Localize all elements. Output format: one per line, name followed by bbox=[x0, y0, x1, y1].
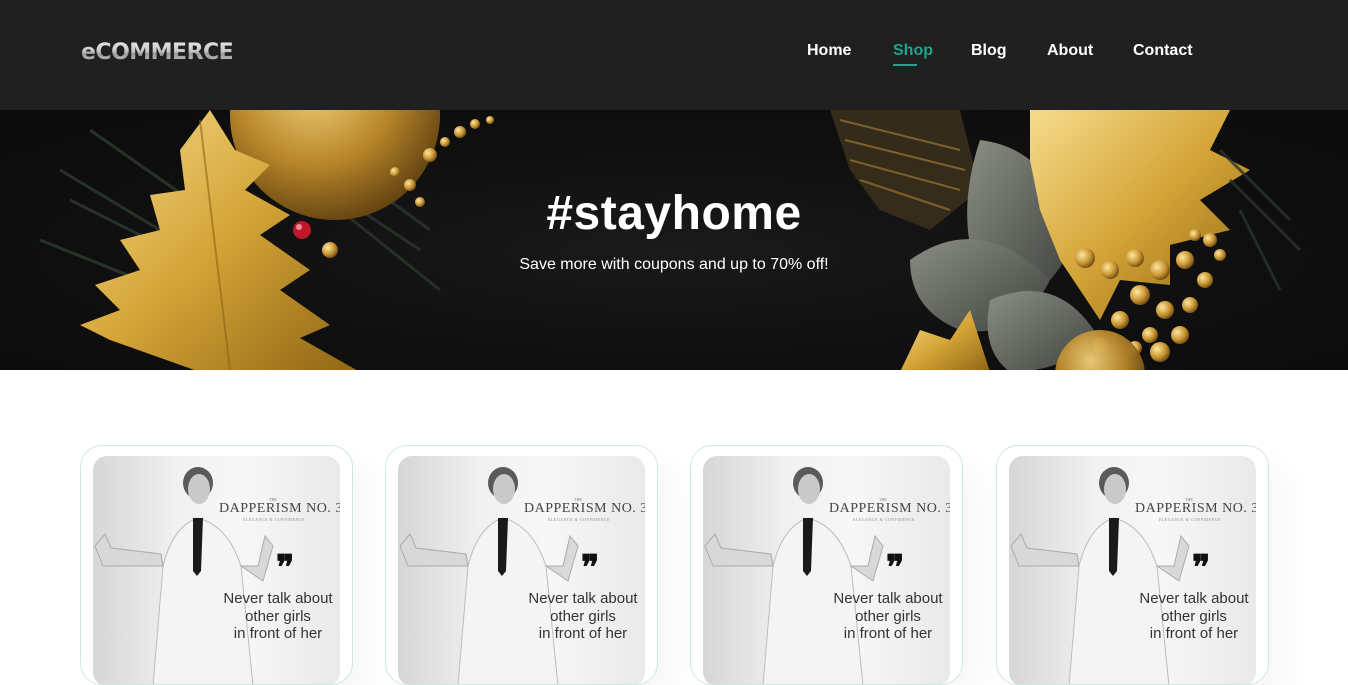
model-figure-image bbox=[399, 467, 579, 684]
nav-shop-label: Shop bbox=[893, 42, 933, 59]
product-image[interactable]: THE DAPPERISM NO. 3 ELEGANCE & CONFIDENC… bbox=[398, 456, 645, 684]
nav-contact[interactable]: Contact bbox=[1133, 42, 1193, 60]
main-nav: Home Shop Blog About Contact bbox=[0, 42, 1348, 72]
product-card[interactable]: THE DAPPERISM NO. 3 ELEGANCE & CONFIDENC… bbox=[690, 445, 963, 685]
hero-banner: #stayhome Save more with coupons and up … bbox=[0, 110, 1348, 370]
brand-subtitle: ELEGANCE & CONFIDENCE bbox=[853, 517, 916, 522]
model-figure-image bbox=[94, 467, 274, 684]
brand-name: DAPPERISM NO. 3 bbox=[1135, 501, 1256, 516]
quote-icon: ❞ bbox=[1192, 548, 1211, 588]
nav-shop[interactable]: Shop bbox=[893, 42, 933, 66]
quote-icon: ❞ bbox=[276, 548, 295, 588]
product-image[interactable]: THE DAPPERISM NO. 3 ELEGANCE & CONFIDENC… bbox=[1009, 456, 1256, 684]
nav-home[interactable]: Home bbox=[807, 42, 851, 60]
model-figure-image bbox=[704, 467, 884, 684]
product-image[interactable]: THE DAPPERISM NO. 3 ELEGANCE & CONFIDENC… bbox=[93, 456, 340, 684]
model-figure-image bbox=[1010, 467, 1190, 684]
brand-subtitle: ELEGANCE & CONFIDENCE bbox=[548, 517, 611, 522]
site-header: eCOMMERCE Home Shop Blog About Contact bbox=[0, 0, 1348, 110]
product-quote: Never talk about other girls in front of… bbox=[1139, 590, 1249, 642]
active-underline bbox=[893, 64, 917, 66]
hero-subtitle: Save more with coupons and up to 70% off… bbox=[519, 256, 829, 273]
brand-name: DAPPERISM NO. 3 bbox=[829, 501, 950, 516]
quote-icon: ❞ bbox=[581, 548, 600, 588]
product-card[interactable]: THE DAPPERISM NO. 3 ELEGANCE & CONFIDENC… bbox=[996, 445, 1269, 685]
quote-icon: ❞ bbox=[886, 548, 905, 588]
product-quote: Never talk about other girls in front of… bbox=[833, 590, 943, 642]
product-card[interactable]: THE DAPPERISM NO. 3 ELEGANCE & CONFIDENC… bbox=[385, 445, 658, 685]
product-card[interactable]: THE DAPPERISM NO. 3 ELEGANCE & CONFIDENC… bbox=[80, 445, 353, 685]
brand-subtitle: ELEGANCE & CONFIDENCE bbox=[243, 517, 306, 522]
nav-blog[interactable]: Blog bbox=[971, 42, 1007, 60]
product-image[interactable]: THE DAPPERISM NO. 3 ELEGANCE & CONFIDENC… bbox=[703, 456, 950, 684]
product-quote: Never talk about other girls in front of… bbox=[223, 590, 333, 642]
product-grid: THE DAPPERISM NO. 3 ELEGANCE & CONFIDENC… bbox=[0, 370, 1348, 685]
brand-name: DAPPERISM NO. 3 bbox=[219, 501, 340, 516]
hero-title: #stayhome bbox=[546, 187, 802, 240]
product-quote: Never talk about other girls in front of… bbox=[528, 590, 638, 642]
brand-name: DAPPERISM NO. 3 bbox=[524, 501, 645, 516]
brand-subtitle: ELEGANCE & CONFIDENCE bbox=[1159, 517, 1222, 522]
nav-about[interactable]: About bbox=[1047, 42, 1093, 60]
